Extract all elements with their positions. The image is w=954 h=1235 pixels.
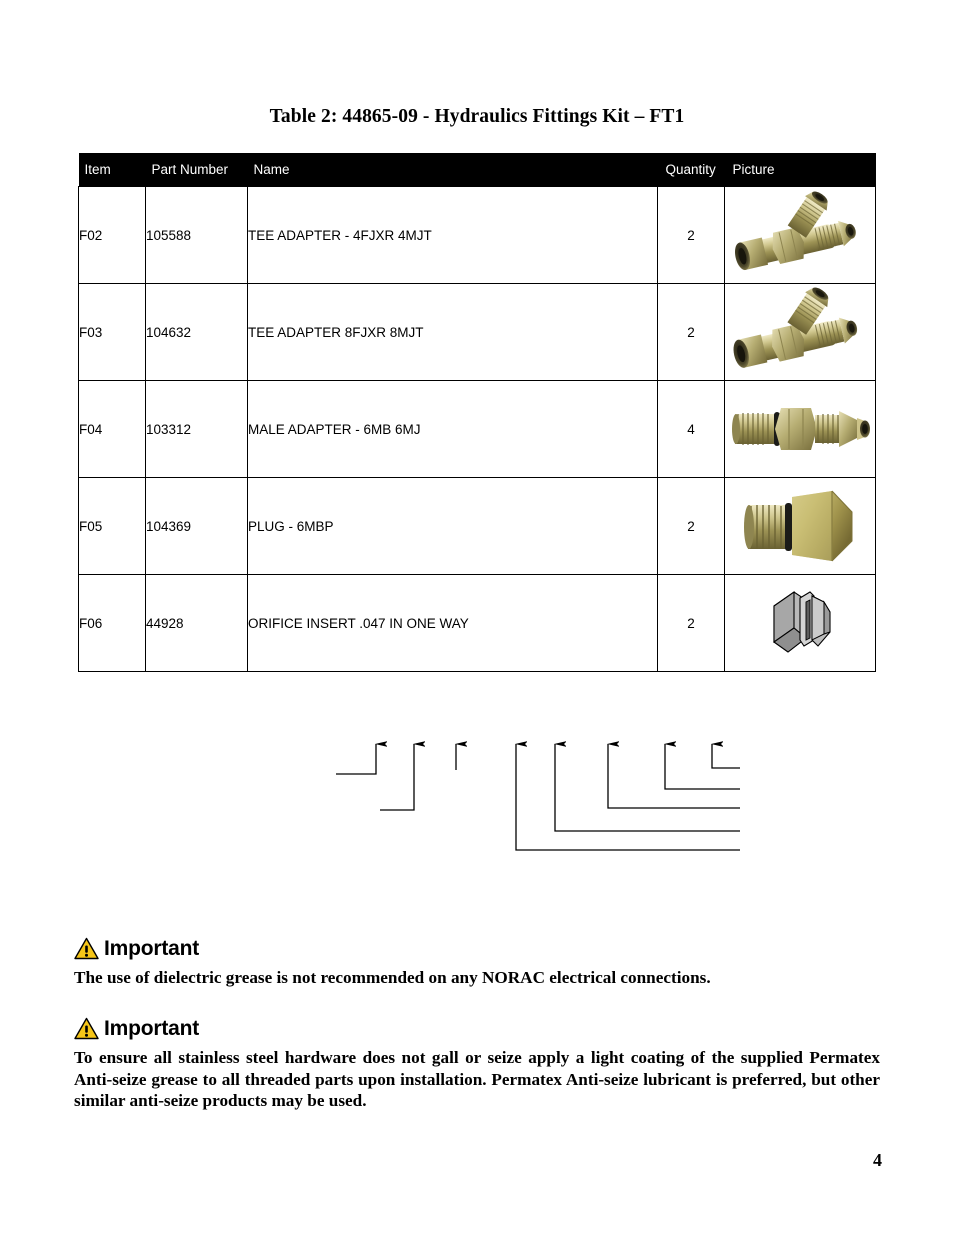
table-header-row: Item Part Number Name Quantity Picture: [78, 153, 876, 187]
warning-triangle-icon: [74, 937, 99, 959]
tee-adapter-photo: [725, 284, 875, 380]
column-header-name: Name: [247, 153, 658, 187]
leader-line-right-1: [516, 744, 740, 851]
leader-line-right-3: [608, 744, 740, 809]
cell-quantity: 2: [657, 574, 725, 672]
orifice-insert-icon: [773, 590, 831, 653]
male-adapter-photo: [725, 381, 875, 477]
cell-part-number: 103312: [145, 380, 248, 478]
important-body-1: The use of dielectric grease is not reco…: [74, 968, 711, 987]
hydraulics-fittings-table: Item Part Number Name Quantity Picture F…: [78, 153, 876, 672]
cell-quantity: 4: [657, 380, 725, 478]
leader-line-left-2: [380, 744, 414, 811]
leader-lines-svg: [336, 722, 740, 851]
important-notice-2: Important To ensure all stainless steel …: [74, 1015, 880, 1112]
column-header-part-number: Part Number: [145, 153, 248, 187]
cell-name: TEE ADAPTER - 4FJXR 4MJT: [247, 186, 658, 284]
table-row: F03 104632 TEE ADAPTER 8FJXR 8MJT 2: [78, 283, 876, 381]
important-body-2: To ensure all stainless steel hardware d…: [74, 1048, 880, 1110]
cell-picture: [724, 283, 876, 381]
cell-quantity: 2: [657, 186, 725, 284]
important-heading-2: Important: [74, 1015, 880, 1041]
cell-item: F06: [78, 574, 146, 672]
tee-adapter-icon: [733, 287, 858, 368]
cell-part-number: 104632: [145, 283, 248, 381]
cell-part-number: 105588: [145, 186, 248, 284]
important-heading-1: Important: [74, 935, 880, 961]
leader-line-right-4: [665, 744, 740, 790]
column-header-item: Item: [78, 153, 146, 187]
column-header-picture: Picture: [724, 153, 876, 187]
cell-picture: [724, 380, 876, 478]
page-title: Table 2: 44865-09 - Hydraulics Fittings …: [269, 106, 685, 127]
important-notice-1: Important The use of dielectric grease i…: [74, 935, 880, 989]
table-row: F04 103312 MALE ADAPTER - 6MB 6MJ 4: [78, 380, 876, 478]
cell-part-number: 44928: [145, 574, 248, 672]
table-row: F02 105588 TEE ADAPTER - 4FJXR 4MJT 2: [78, 186, 876, 284]
tee-adapter-icon: [734, 191, 856, 271]
cell-item: F02: [78, 186, 146, 284]
leader-line-left-1: [336, 744, 376, 775]
page-number: 4: [873, 1150, 882, 1170]
cell-picture: [724, 477, 876, 575]
cell-part-number: 104369: [145, 477, 248, 575]
tee-adapter-photo: [725, 187, 875, 283]
leader-line-right-5: [712, 744, 740, 769]
column-header-quantity: Quantity: [657, 153, 725, 187]
cell-quantity: 2: [657, 283, 725, 381]
important-label: Important: [104, 936, 200, 960]
important-label: Important: [104, 1016, 200, 1040]
cell-picture: [724, 186, 876, 284]
cell-item: F04: [78, 380, 146, 478]
warning-triangle-icon: [74, 1017, 99, 1039]
table-row: F06 44928 ORIFICE INSERT .047 IN ONE WAY…: [78, 574, 876, 672]
hex-plug-photo: [725, 478, 875, 574]
callout-leader-diagram: [320, 722, 780, 867]
table-row: F05 104369 PLUG - 6MBP 2: [78, 477, 876, 575]
cell-item: F03: [78, 283, 146, 381]
cell-picture: [724, 574, 876, 672]
cell-name: PLUG - 6MBP: [247, 477, 658, 575]
orifice-insert-drawing: [725, 575, 875, 671]
cell-name: ORIFICE INSERT .047 IN ONE WAY: [247, 574, 658, 672]
hex-plug-icon: [744, 490, 853, 562]
cell-name: MALE ADAPTER - 6MB 6MJ: [247, 380, 658, 478]
male-adapter-icon: [732, 408, 870, 450]
cell-quantity: 2: [657, 477, 725, 575]
cell-item: F05: [78, 477, 146, 575]
cell-name: TEE ADAPTER 8FJXR 8MJT: [247, 283, 658, 381]
